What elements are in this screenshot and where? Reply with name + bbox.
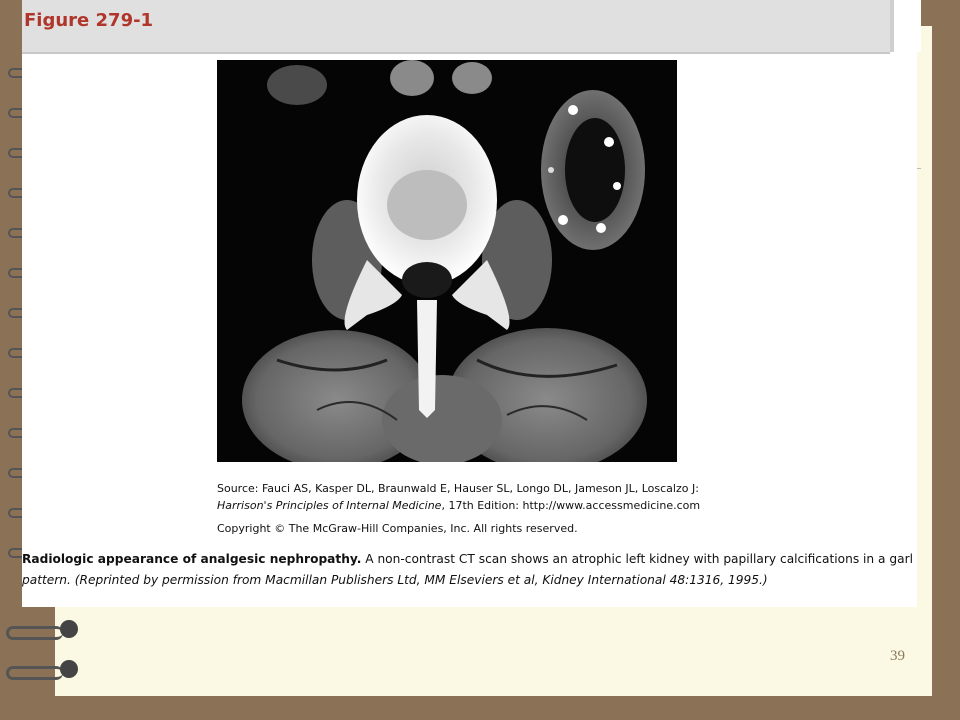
caption-text: A non-contrast CT scan shows an atrophic… <box>361 552 912 566</box>
scrollbar[interactable] <box>890 0 921 52</box>
figure-title: Figure 279-1 <box>24 10 154 31</box>
source-line-2: Harrison's Principles of Internal Medici… <box>217 497 700 514</box>
divider <box>917 168 921 169</box>
book-title: Harrison's Principles of Internal Medici… <box>217 499 442 512</box>
source-citation: Source: Fauci AS, Kasper DL, Braunwald E… <box>217 480 700 514</box>
caption-line-2: pattern. (Reprinted by permission from M… <box>22 573 768 587</box>
figure-header: Figure 279-1 <box>22 0 890 54</box>
ct-scan-image <box>217 60 677 462</box>
binding-ring <box>6 620 78 640</box>
figure-panel: Figure 279-1 Source: Fauci AS, Kasper DL… <box>22 0 921 607</box>
caption-heading: Radiologic appearance of analgesic nephr… <box>22 552 362 566</box>
page-number: 39 <box>890 648 905 664</box>
binding-ring <box>6 660 78 680</box>
caption-line-1: Radiologic appearance of analgesic nephr… <box>22 549 912 570</box>
source-line-1: Source: Fauci AS, Kasper DL, Braunwald E… <box>217 482 699 495</box>
ct-scan-icon <box>217 60 677 462</box>
figure-caption: Radiologic appearance of analgesic nephr… <box>22 549 912 591</box>
copyright-notice: Copyright © The McGraw-Hill Companies, I… <box>217 522 578 535</box>
book-edition-url: , 17th Edition: http://www.accessmedicin… <box>441 499 701 512</box>
